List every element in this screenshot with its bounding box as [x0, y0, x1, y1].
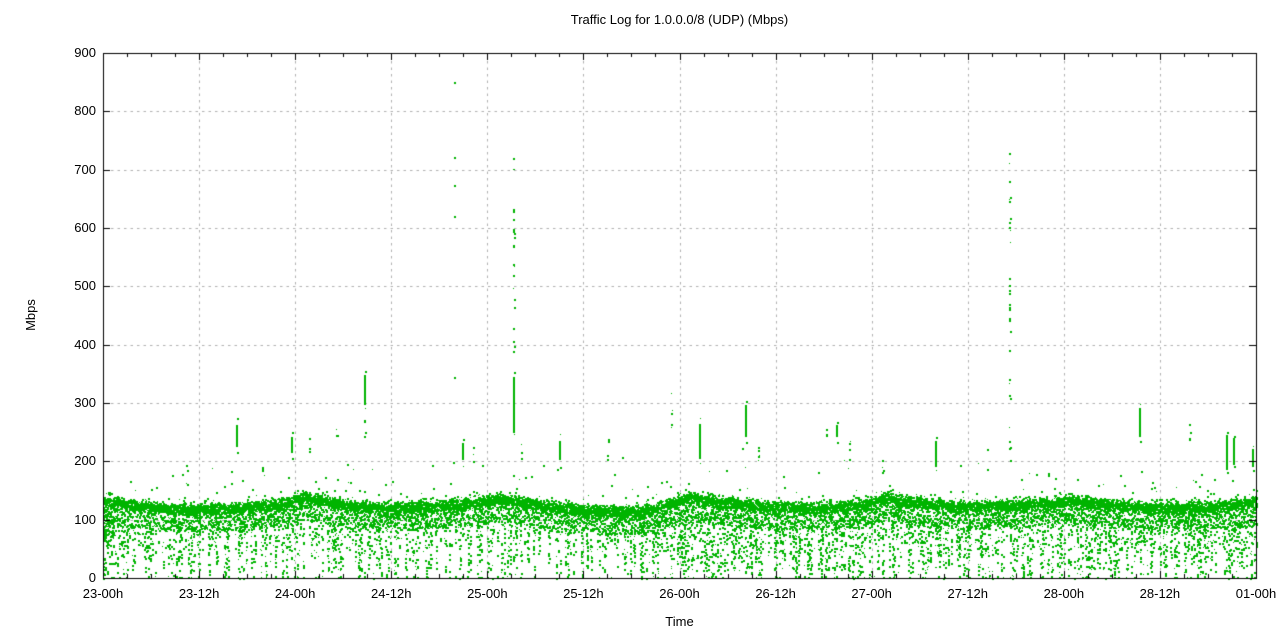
plot-area — [0, 0, 1280, 640]
x-tick-label: 26-12h — [736, 587, 816, 601]
x-tick-label: 27-12h — [928, 587, 1008, 601]
chart-title: Traffic Log for 1.0.0.0/8 (UDP) (Mbps) — [103, 13, 1256, 27]
x-tick-label: 23-12h — [159, 587, 239, 601]
y-tick-label: 900 — [40, 46, 96, 60]
y-tick-label: 200 — [40, 454, 96, 468]
x-tick-label: 28-12h — [1120, 587, 1200, 601]
traffic-log-chart: Traffic Log for 1.0.0.0/8 (UDP) (Mbps) M… — [0, 0, 1280, 640]
y-axis-label: Mbps — [24, 299, 38, 331]
x-tick-label: 26-00h — [640, 587, 720, 601]
x-tick-label: 28-00h — [1024, 587, 1104, 601]
x-tick-label: 24-00h — [255, 587, 335, 601]
x-tick-label: 01-00h — [1216, 587, 1280, 601]
x-tick-label: 27-00h — [832, 587, 912, 601]
y-tick-label: 0 — [40, 571, 96, 585]
y-tick-label: 400 — [40, 338, 96, 352]
y-tick-label: 100 — [40, 513, 96, 527]
x-tick-label: 25-12h — [543, 587, 623, 601]
x-axis-label: Time — [103, 615, 1256, 629]
y-tick-label: 300 — [40, 396, 96, 410]
y-tick-label: 800 — [40, 104, 96, 118]
y-tick-label: 700 — [40, 163, 96, 177]
y-tick-label: 600 — [40, 221, 96, 235]
x-tick-label: 25-00h — [447, 587, 527, 601]
x-tick-label: 23-00h — [63, 587, 143, 601]
x-tick-label: 24-12h — [351, 587, 431, 601]
y-tick-label: 500 — [40, 279, 96, 293]
